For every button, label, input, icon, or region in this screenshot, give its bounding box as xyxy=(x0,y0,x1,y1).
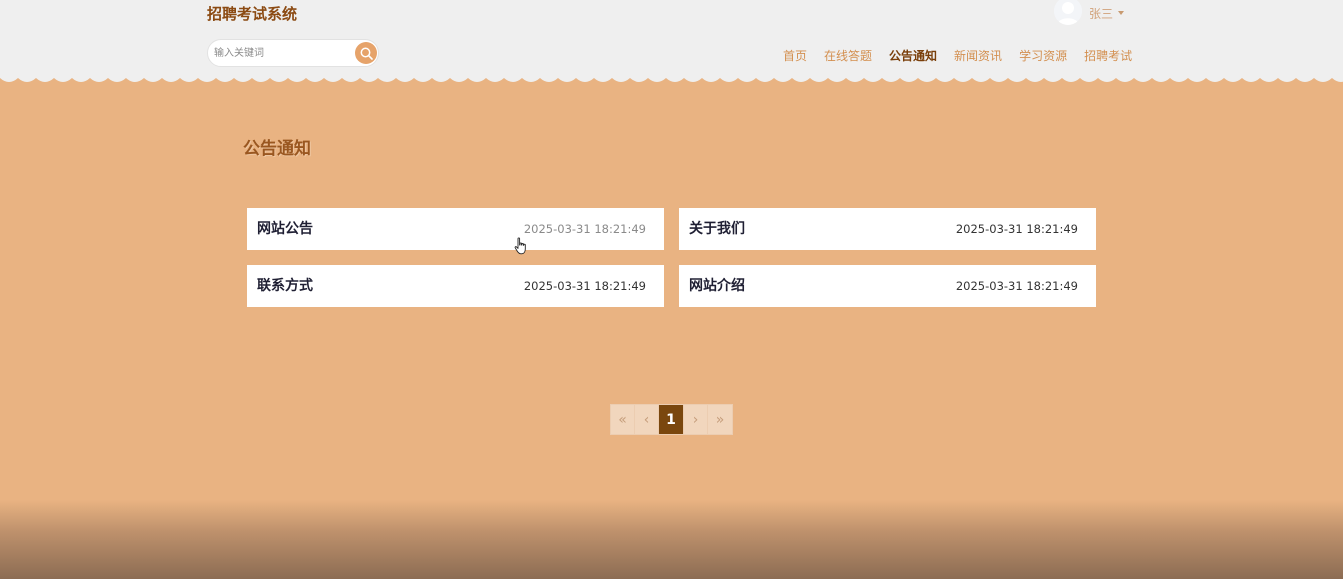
search-button[interactable] xyxy=(355,42,377,64)
notice-title[interactable]: 联系方式 xyxy=(257,276,313,296)
search-input[interactable] xyxy=(214,44,354,62)
notice-date: 2025-03-31 18:21:49 xyxy=(523,222,646,236)
caret-down-icon[interactable] xyxy=(1118,11,1125,15)
top-header: 招聘考试系统 张三 首页 在线答题 公告通知 新闻资讯 学习资源 招聘考试 xyxy=(0,0,1343,78)
notice-date: 2025-03-31 18:21:49 xyxy=(955,222,1078,236)
notice-item[interactable]: 关于我们 2025-03-31 18:21:49 xyxy=(679,208,1096,250)
page-next-button[interactable]: › xyxy=(684,405,708,434)
page-number-current[interactable]: 1 xyxy=(659,405,684,434)
header-wave-divider xyxy=(0,70,1343,82)
notice-item[interactable]: 联系方式 2025-03-31 18:21:49 xyxy=(247,265,664,307)
nav-item-news[interactable]: 新闻资讯 xyxy=(954,47,1002,65)
nav-item-notices[interactable]: 公告通知 xyxy=(889,47,937,65)
user-name[interactable]: 张三 xyxy=(1089,5,1113,22)
notice-date: 2025-03-31 18:21:49 xyxy=(955,279,1078,293)
main-nav: 首页 在线答题 公告通知 新闻资讯 学习资源 招聘考试 xyxy=(783,47,1132,65)
nav-item-learning-resources[interactable]: 学习资源 xyxy=(1019,47,1067,65)
site-title[interactable]: 招聘考试系统 xyxy=(207,4,297,24)
notice-date: 2025-03-31 18:21:49 xyxy=(523,279,646,293)
notice-item[interactable]: 网站介绍 2025-03-31 18:21:49 xyxy=(679,265,1096,307)
nav-item-online-quiz[interactable]: 在线答题 xyxy=(824,47,872,65)
pagination: « ‹ 1 › » xyxy=(610,404,733,435)
notice-item[interactable]: 网站公告 2025-03-31 18:21:49 xyxy=(247,208,664,250)
user-menu[interactable]: 张三 xyxy=(1054,0,1125,26)
notice-title[interactable]: 关于我们 xyxy=(689,219,745,239)
notice-title[interactable]: 网站公告 xyxy=(257,219,313,239)
page-prev-button[interactable]: ‹ xyxy=(635,405,659,434)
notice-title[interactable]: 网站介绍 xyxy=(689,276,745,296)
footer-gradient xyxy=(0,500,1343,579)
nav-item-recruitment-exam[interactable]: 招聘考试 xyxy=(1084,47,1132,65)
hand-cursor-icon xyxy=(514,237,526,255)
search-icon xyxy=(360,47,373,60)
search-box xyxy=(207,39,379,67)
page-title: 公告通知 xyxy=(243,139,311,159)
nav-item-home[interactable]: 首页 xyxy=(783,47,807,65)
user-avatar-icon[interactable] xyxy=(1054,0,1082,25)
page-last-button[interactable]: » xyxy=(708,405,732,434)
page-first-button[interactable]: « xyxy=(611,405,635,434)
